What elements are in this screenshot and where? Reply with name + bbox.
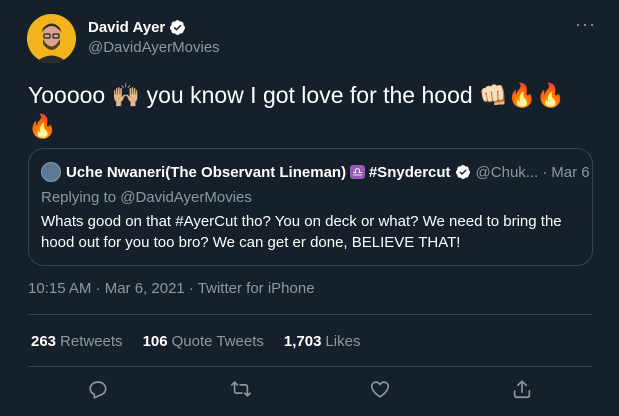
libra-badge: ♎: [350, 165, 365, 179]
retweets-count: 263: [31, 333, 57, 350]
quote-replying-to[interactable]: Replying to @DavidAyerMovies: [41, 189, 252, 206]
tweet-timestamp-source[interactable]: 10:15 AM · Mar 6, 2021 · Twitter for iPh…: [28, 280, 315, 297]
avatar[interactable]: [27, 14, 76, 63]
quote-tweets-count: 106: [142, 333, 168, 350]
separator-dot: ·: [542, 163, 548, 181]
retweet-icon[interactable]: [230, 378, 252, 400]
quote-display-tag: #Snydercut: [368, 163, 451, 181]
author-name-text[interactable]: David Ayer: [88, 19, 165, 36]
author-names: David Ayer @DavidAyerMovies: [88, 19, 220, 63]
share-icon[interactable]: [511, 378, 533, 400]
divider: [28, 366, 592, 367]
quote-tweets-label: Quote Tweets: [171, 333, 264, 350]
engagement-stats: 263 Retweets 106 Quote Tweets 1,703 Likes: [31, 333, 380, 350]
like-icon[interactable]: [369, 378, 391, 400]
quote-avatar[interactable]: [41, 162, 61, 182]
quote-display-name[interactable]: Uche Nwaneri(The Observant Lineman): [66, 164, 346, 181]
likes-label: Likes: [325, 333, 361, 350]
tweet-actions: [0, 378, 619, 402]
tweet-header: David Ayer @DavidAyerMovies: [27, 14, 220, 63]
raising-hands-emoji: 🙌🏼: [111, 83, 141, 109]
more-icon[interactable]: ···: [575, 15, 596, 33]
verified-icon: [455, 165, 470, 179]
quote-handle[interactable]: @Chuk...: [476, 164, 539, 181]
verified-icon: [170, 20, 186, 35]
tweet-text: Yooooo 🙌🏼 you know I got love for the ho…: [28, 80, 588, 142]
tweet-text-part: Yooooo: [28, 82, 112, 108]
retweets-stat[interactable]: 263 Retweets: [31, 333, 123, 350]
author-handle[interactable]: @DavidAyerMovies: [88, 39, 220, 56]
fist-emoji: 👊🏻: [479, 83, 508, 109]
tweet-text-part: you know I got love for the hood: [140, 82, 480, 108]
quoted-tweet[interactable]: Uche Nwaneri(The Observant Lineman) ♎ #S…: [28, 148, 593, 266]
author-display-name[interactable]: David Ayer: [88, 19, 220, 36]
likes-stat[interactable]: 1,703 Likes: [284, 333, 361, 350]
quote-text: Whats good on that #AyerCut tho? You on …: [41, 213, 562, 251]
divider: [28, 314, 592, 315]
quote-header: Uche Nwaneri(The Observant Lineman) ♎ #S…: [41, 162, 590, 182]
quote-tweets-stat[interactable]: 106 Quote Tweets: [143, 333, 264, 350]
reply-icon[interactable]: [87, 378, 109, 400]
quote-date[interactable]: Mar 6: [551, 164, 589, 181]
tweet-detail: David Ayer @DavidAyerMovies ··· Yooooo 🙌…: [0, 0, 619, 416]
retweets-label: Retweets: [60, 333, 123, 350]
likes-count: 1,703: [283, 333, 322, 350]
